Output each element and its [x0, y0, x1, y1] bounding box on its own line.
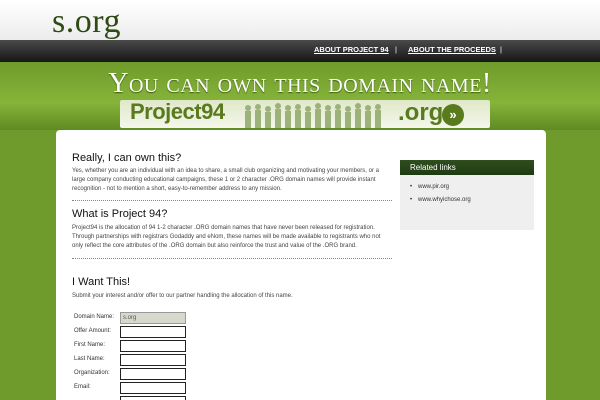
content-panel: Really, I can own this? Yes, whether you…	[56, 130, 546, 400]
paragraph-line: Submit your interest and/or offer to our…	[72, 293, 293, 299]
paragraph-line: only reflect the core attributes of the …	[72, 242, 357, 249]
nav-separator: |	[500, 45, 502, 54]
section-title-own: Really, I can own this?	[72, 152, 182, 164]
form-label: Offer Amount:	[74, 328, 111, 334]
sidebar-title: Related links	[400, 160, 534, 175]
top-header: s.org	[0, 0, 600, 40]
bullet-icon: •	[410, 184, 413, 190]
paragraph-line: Through partnerships with registrars God…	[72, 233, 381, 240]
form-label: Email:	[74, 384, 91, 390]
form-label: Organization:	[74, 370, 110, 376]
section-title-want: I Want This!	[72, 276, 131, 288]
form-label: Last Name:	[74, 356, 105, 362]
paragraph-line: Project94 is the allocation of 94 1-2 ch…	[72, 225, 375, 231]
nav-bar: ABOUT PROJECT 94 | ABOUT THE PROCEEDS |	[0, 40, 600, 62]
nav-about-proceeds[interactable]: ABOUT THE PROCEEDS	[408, 45, 496, 54]
next-field[interactable]	[120, 396, 186, 400]
sidebar-link-whyichose[interactable]: www.whyichose.org	[418, 197, 471, 203]
domain-name-field	[120, 312, 186, 324]
promo-banner: You can own this domain name! Project94 …	[0, 62, 600, 130]
form-label: First Name:	[74, 342, 106, 348]
paragraph-line: Yes, whether you are an individual with …	[72, 168, 379, 174]
arrow-circle-icon[interactable]: »	[442, 104, 464, 126]
site-logo[interactable]: s.org	[52, 3, 121, 41]
section-title-project94: What is Project 94?	[72, 208, 168, 220]
section-divider	[72, 200, 392, 201]
crowd-silhouette-image	[245, 103, 381, 128]
section-paragraph-own: Yes, whether you are an individual with …	[72, 167, 394, 193]
nav-about-project94[interactable]: ABOUT PROJECT 94	[314, 45, 389, 54]
project94-logo: Project94	[130, 99, 225, 124]
offer-amount-field[interactable]	[120, 326, 186, 338]
org-logo: .org	[398, 99, 444, 126]
first-name-field[interactable]	[120, 340, 186, 352]
last-name-field[interactable]	[120, 354, 186, 366]
nav-separator: |	[395, 45, 397, 54]
sidebar-link-pir[interactable]: www.pir.org	[418, 184, 449, 190]
email-field[interactable]	[120, 382, 186, 394]
paragraph-line: recognition - not to mention a short, ea…	[72, 185, 282, 192]
form-label: Domain Name:	[74, 314, 115, 320]
section-paragraph-want: Submit your interest and/or offer to our…	[72, 292, 394, 301]
banner-title: You can own this domain name!	[108, 68, 492, 99]
sidebar: Related links • www.pir.org • www.whyich…	[400, 160, 534, 230]
section-paragraph-project94: Project94 is the allocation of 94 1-2 ch…	[72, 224, 394, 250]
organization-field[interactable]	[120, 368, 186, 380]
bullet-icon: •	[410, 197, 413, 203]
section-divider	[72, 258, 392, 259]
paragraph-line: large company conducting educational cam…	[72, 176, 376, 183]
